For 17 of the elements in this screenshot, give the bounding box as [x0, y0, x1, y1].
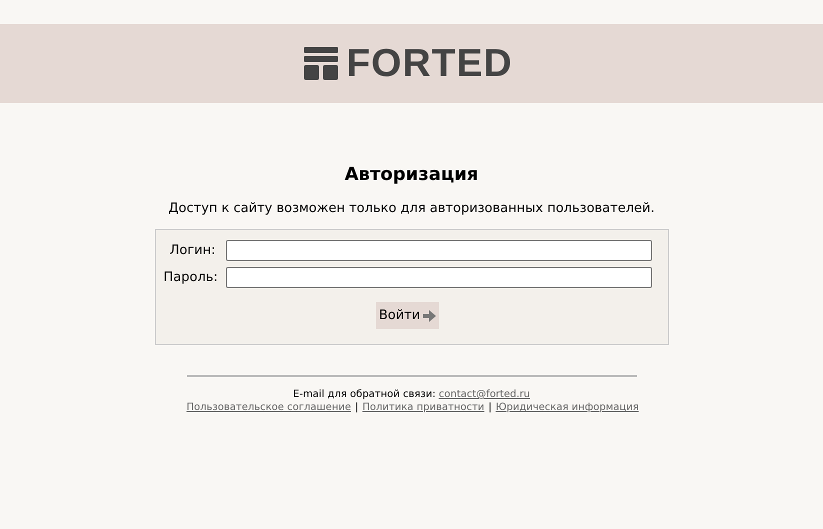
footer-link[interactable]: Юридическая информация [496, 402, 639, 413]
access-notice: Доступ к сайту возможен только для авторизованных пользователей. [168, 201, 655, 216]
input-field[interactable] [226, 267, 652, 288]
link-separator: | [488, 402, 492, 413]
logo-text: FORTED [346, 42, 513, 86]
email-link[interactable]: contact@forted.ru [438, 389, 530, 400]
footer-link[interactable]: Политика приватности [362, 402, 484, 413]
page-title: Авторизация [344, 163, 480, 187]
footer-link[interactable]: Пользовательское соглашение [186, 402, 352, 413]
field-label: Пароль: [164, 270, 216, 285]
input-field[interactable] [226, 240, 652, 261]
arrow-icon [423, 310, 436, 322]
link-separator: | [355, 402, 358, 413]
field-label: Логин: [168, 243, 216, 258]
logo-icon [304, 47, 338, 80]
login-button[interactable]: Войти [376, 302, 440, 329]
email-label: E-mail для обратной связи: [293, 389, 436, 400]
